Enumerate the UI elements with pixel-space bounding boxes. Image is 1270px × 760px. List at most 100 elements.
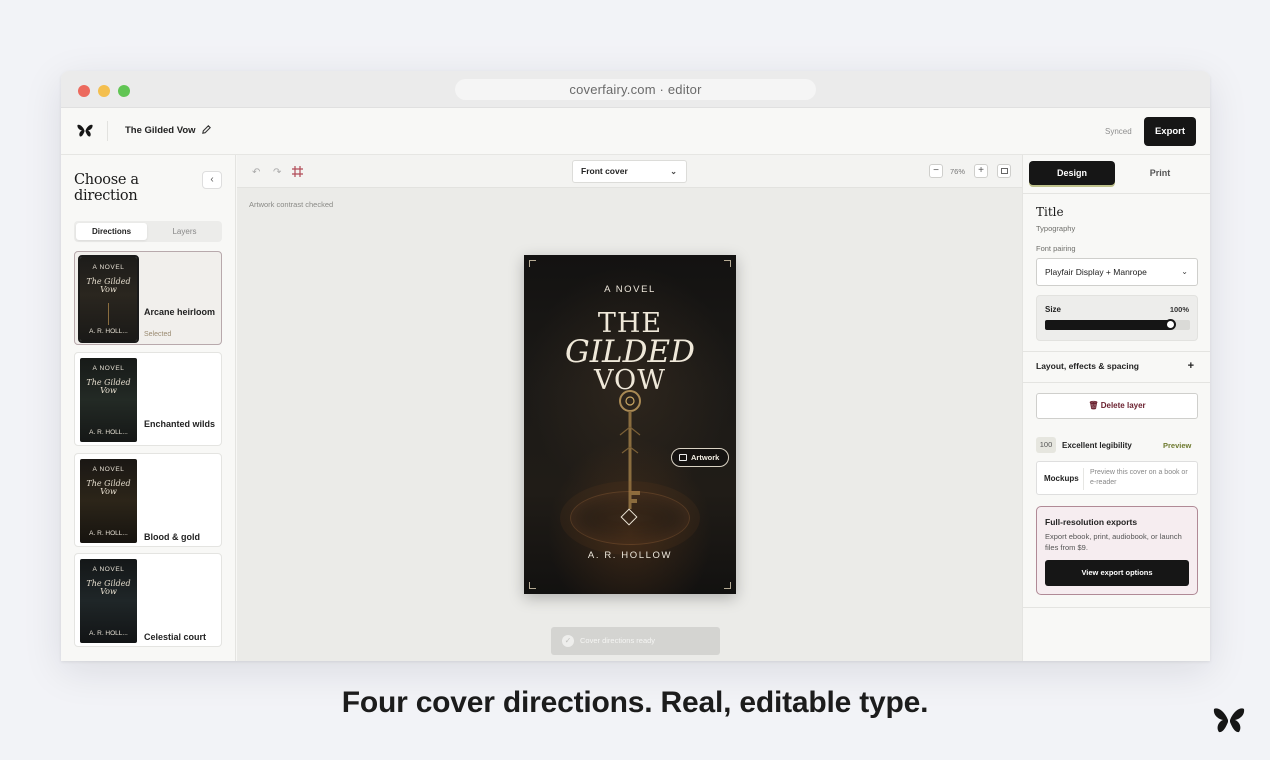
size-slider-fill [1045, 320, 1170, 330]
tab-design[interactable]: Design [1029, 161, 1115, 185]
direction-card-blood-gold[interactable]: A NOVEL The Gilded Vow A. R. HOLL... Blo… [74, 453, 222, 547]
undo-icon[interactable]: ↶ [252, 167, 260, 178]
view-select[interactable]: Front cover ⌄ [572, 160, 687, 183]
chevron-down-icon: ⌄ [670, 167, 677, 176]
chevron-left-icon: ‹ [210, 174, 214, 185]
tab-layers[interactable]: Layers [149, 223, 220, 240]
directions-panel: Choose a direction ‹ Directions Layers A… [61, 155, 236, 661]
tab-directions[interactable]: Directions [76, 223, 147, 240]
thumb-kicker: A NOVEL [92, 466, 125, 473]
layout-effects-label: Layout, effects & spacing [1036, 361, 1139, 371]
properties-panel: Design Print Title Typography Font pairi… [1022, 155, 1210, 661]
artwork-button[interactable]: Artwork [671, 448, 729, 467]
size-control: Size 100% [1036, 295, 1198, 341]
view-export-options-button[interactable]: View export options [1045, 560, 1189, 586]
fit-screen-button[interactable] [997, 164, 1011, 178]
preview-link[interactable]: Preview [1163, 441, 1191, 450]
layout-effects-row[interactable]: Layout, effects & spacing + [1036, 360, 1198, 372]
fullscreen-icon [1000, 168, 1008, 174]
export-promo-card: Full-resolution exports Export ebook, pr… [1036, 506, 1198, 595]
chevron-down-icon: ⌄ [1181, 267, 1188, 276]
legibility-score: 100 [1036, 437, 1056, 453]
tab-print[interactable]: Print [1117, 161, 1203, 185]
direction-name: Enchanted wilds [144, 419, 216, 429]
direction-card-arcane-heirloom[interactable]: A NOVEL The Gilded Vow A. R. HOLL... Arc… [74, 251, 222, 345]
size-label: Size [1045, 305, 1062, 314]
direction-card-celestial-court[interactable]: A NOVEL The Gilded Vow A. R. HOLL... Cel… [74, 553, 222, 647]
browser-window: coverfairy.com · editor The Gilded Vow S… [61, 71, 1210, 661]
panel-tabs: Directions Layers [74, 221, 222, 242]
direction-card-enchanted-wilds[interactable]: A NOVEL The Gilded Vow A. R. HOLL... Enc… [74, 352, 222, 446]
check-circle-icon: ✓ [562, 635, 574, 647]
direction-thumbnail: A NOVEL The Gilded Vow A. R. HOLL... [80, 459, 137, 543]
marketing-tagline: Four cover directions. Real, editable ty… [341, 686, 929, 719]
cover-title[interactable]: THE GILDED VOW [524, 310, 736, 395]
thumb-kicker: A NOVEL [92, 365, 125, 372]
edit-title-icon[interactable] [201, 124, 212, 135]
thumb-title: The Gilded Vow [86, 479, 131, 496]
promo-title: Full-resolution exports [1045, 517, 1138, 527]
divider [1023, 382, 1210, 383]
close-window-button[interactable] [78, 85, 90, 97]
redo-icon[interactable]: ↷ [273, 167, 281, 178]
cover-kicker[interactable]: A NOVEL [524, 284, 736, 295]
divider [1023, 193, 1210, 194]
maximize-window-button[interactable] [118, 85, 130, 97]
cover-author[interactable]: A. R. HOLLOW [524, 550, 736, 561]
status-toast: ✓ Cover directions ready [551, 627, 720, 655]
size-value: 100% [1169, 305, 1189, 314]
legibility-label: Excellent legibility [1062, 441, 1132, 450]
canvas-toolbar: ↶ ↷ Front cover ⌄ − 76% + [237, 155, 1022, 188]
butterfly-logo-icon [1213, 708, 1245, 733]
expand-plus-icon[interactable]: + [1188, 360, 1194, 372]
mockups-card[interactable]: Mockups Preview this cover on a book or … [1036, 461, 1198, 495]
thumb-title: The Gilded Vow [86, 277, 131, 294]
thumb-author: A. R. HOLL... [89, 630, 128, 637]
toast-text: Cover directions ready [580, 636, 656, 645]
crop-mark [529, 582, 536, 589]
minimize-window-button[interactable] [98, 85, 110, 97]
butterfly-logo-icon[interactable] [77, 124, 93, 138]
font-pairing-select[interactable]: Playfair Display + Manrope ⌄ [1036, 258, 1198, 286]
artwork-button-label: Artwork [691, 453, 720, 462]
layer-title: Title [1036, 205, 1064, 219]
collapse-panel-button[interactable]: ‹ [202, 171, 222, 189]
size-slider-handle[interactable] [1165, 319, 1176, 330]
zoom-in-button[interactable]: + [974, 164, 988, 178]
frame-icon[interactable] [292, 166, 303, 177]
browser-chrome: coverfairy.com · editor [61, 71, 1210, 108]
direction-name: Arcane heirloom [144, 307, 216, 317]
thumb-title: The Gilded Vow [86, 579, 131, 596]
address-bar[interactable]: coverfairy.com · editor [455, 79, 816, 100]
direction-status: Selected [144, 331, 172, 338]
sync-status: Synced [1105, 127, 1132, 136]
zoom-level: 76% [950, 167, 966, 176]
app-header: The Gilded Vow Synced Export [61, 108, 1210, 155]
panel-heading: Choose a direction [74, 172, 139, 204]
delete-layer-button[interactable]: 🗑︎ Delete layer [1036, 393, 1198, 419]
cover-title-line: GILDED [565, 334, 695, 370]
direction-thumbnail: A NOVEL The Gilded Vow A. R. HOLL... [78, 255, 139, 343]
zoom-out-button[interactable]: − [929, 164, 943, 178]
crop-mark [724, 260, 731, 267]
divider [1023, 351, 1210, 352]
direction-thumbnail: A NOVEL The Gilded Vow A. R. HOLL... [80, 559, 137, 643]
direction-thumbnail: A NOVEL The Gilded Vow A. R. HOLL... [80, 358, 137, 442]
mockups-label: Mockups [1044, 474, 1079, 483]
direction-name: Blood & gold [144, 532, 200, 542]
thumb-author: A. R. HOLL... [89, 530, 128, 537]
crop-mark [529, 260, 536, 267]
contrast-status: Artwork contrast checked [249, 200, 334, 209]
editor-canvas[interactable]: ↶ ↷ Front cover ⌄ − 76% + Artwork contra… [237, 155, 1022, 661]
font-pairing-label: Font pairing [1036, 244, 1076, 253]
font-pairing-value: Playfair Display + Manrope [1045, 267, 1147, 277]
image-icon [679, 454, 687, 461]
document-title[interactable]: The Gilded Vow [125, 125, 196, 136]
header-divider [107, 121, 108, 141]
size-slider[interactable] [1045, 319, 1190, 330]
thumb-author: A. R. HOLL... [89, 429, 128, 436]
book-cover-preview[interactable]: A NOVEL THE GILDED VOW A. R. HOLLOW Artw… [524, 255, 736, 594]
export-button[interactable]: Export [1144, 117, 1196, 146]
thumb-kicker: A NOVEL [92, 264, 125, 271]
divider [1023, 607, 1210, 608]
